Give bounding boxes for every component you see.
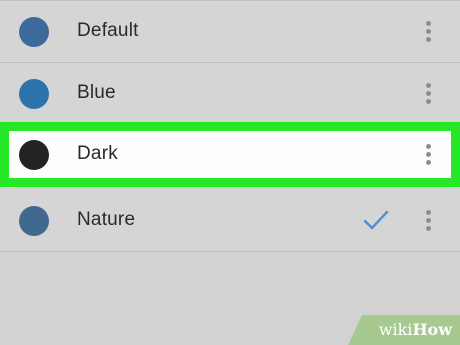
theme-label: Blue: [77, 82, 116, 103]
wikihow-watermark: wikiHow: [348, 315, 460, 345]
more-options-icon[interactable]: [424, 83, 432, 107]
theme-row-nature[interactable]: Nature: [0, 190, 460, 252]
watermark-text: wikiHow: [378, 320, 452, 339]
more-options-icon[interactable]: [424, 210, 432, 234]
theme-color-swatch: [19, 206, 49, 236]
theme-label: Default: [77, 20, 139, 41]
theme-color-swatch: [19, 17, 49, 47]
theme-color-swatch: [19, 140, 49, 170]
checkmark-icon: [363, 210, 389, 230]
more-options-icon[interactable]: [424, 21, 432, 45]
theme-color-swatch: [19, 79, 49, 109]
theme-label: Nature: [77, 209, 136, 230]
theme-label: Dark: [77, 143, 118, 164]
theme-row-blue[interactable]: Blue: [0, 63, 460, 125]
more-options-icon[interactable]: [424, 144, 432, 168]
theme-row-default[interactable]: Default: [0, 0, 460, 63]
theme-row-dark[interactable]: Dark: [0, 122, 460, 187]
